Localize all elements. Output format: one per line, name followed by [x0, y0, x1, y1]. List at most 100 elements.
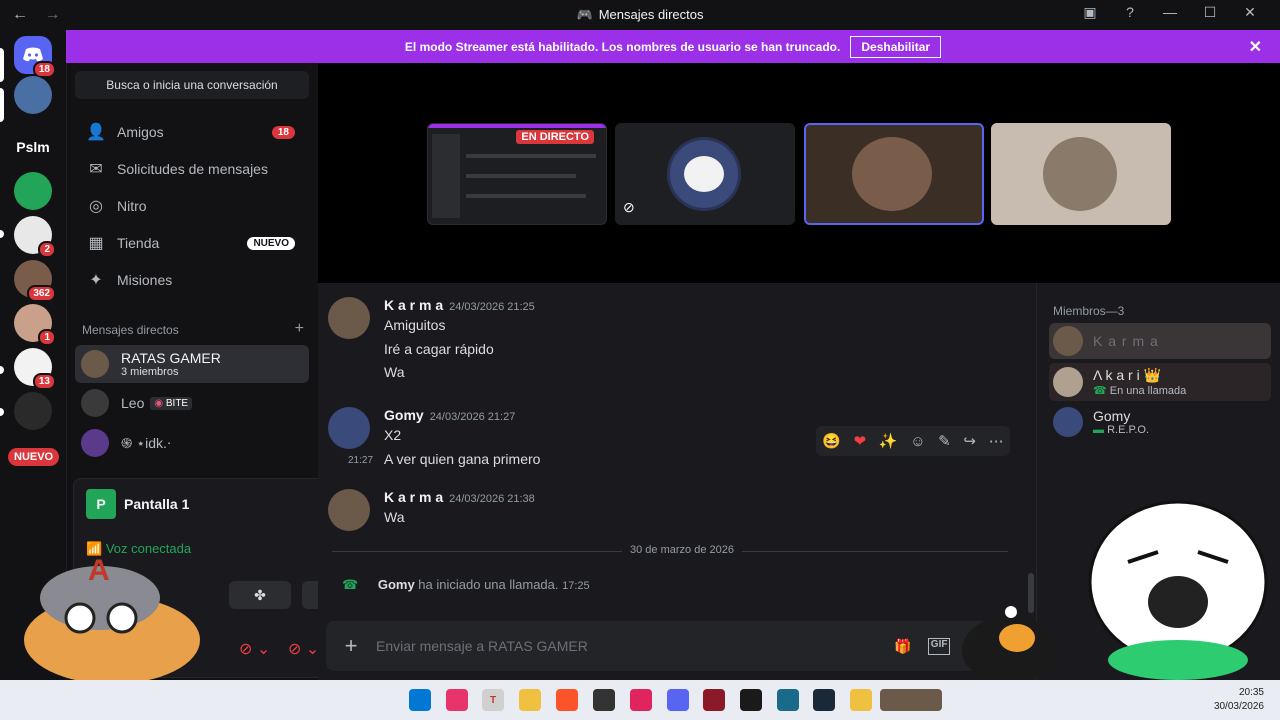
nav-friends[interactable]: 👤 Amigos 18 [75, 115, 309, 149]
file-explorer-icon[interactable] [519, 689, 541, 711]
laughing-emoji-icon[interactable]: 😆 [822, 432, 841, 450]
dm-idk[interactable]: ֍ ⋆idk.⋅ [75, 425, 309, 461]
search-input[interactable]: Busca o inicia una conversación [75, 71, 309, 99]
close-icon[interactable]: ✕ [1249, 37, 1262, 57]
timestamp: 24/03/2026 21:38 [449, 493, 535, 505]
guild-indicator [0, 230, 4, 238]
server-icon[interactable] [14, 76, 52, 114]
quests-icon: ✦ [89, 272, 103, 289]
author-name: K a r m a [384, 297, 444, 313]
avatar [1053, 367, 1083, 397]
steam-icon[interactable] [813, 689, 835, 711]
system-clock: 20:35 30/03/2026 [1213, 687, 1264, 712]
obs-icon[interactable] [740, 689, 762, 711]
timestamp: 17:25 [562, 580, 590, 592]
participant-tile[interactable] [991, 123, 1171, 225]
call-started-message: ☎ Gomy ha iniciado una llamada. 17:25 [342, 577, 590, 592]
nitro-icon: ◎ [89, 198, 103, 215]
message-input[interactable]: Enviar mensaje a RATAS GAMER [376, 638, 894, 654]
app-icon[interactable] [630, 689, 652, 711]
mute-icon[interactable]: ⊘ ⌄ [239, 639, 270, 659]
timestamp: 24/03/2026 21:25 [449, 301, 535, 313]
unread-badge: 13 [32, 373, 56, 390]
title-bar: ← → 🎮 Mensajes directos ▣ ? — ☐ ✕ [0, 0, 1280, 30]
minimize-button[interactable]: — [1150, 4, 1190, 21]
close-window-button[interactable]: ✕ [1230, 4, 1270, 21]
message-text: A ver quien gana primero [384, 451, 541, 467]
avatar [852, 137, 932, 211]
new-servers-badge[interactable]: NUEVO [8, 448, 60, 466]
game-icon: ▬ [1093, 424, 1104, 436]
participant-tile-speaking[interactable] [804, 123, 984, 225]
app-icon[interactable] [703, 689, 725, 711]
message-text: Amiguitos [384, 317, 446, 333]
tiktok-icon[interactable] [446, 689, 468, 711]
home-button[interactable]: 18 [14, 36, 56, 78]
heart-emoji-icon[interactable]: ❤ [854, 432, 867, 450]
nav-message-requests[interactable]: ✉ Solicitudes de mensajes [75, 152, 309, 186]
nav-nitro[interactable]: ◎ Nitro [75, 189, 309, 223]
app-icon[interactable] [850, 689, 872, 711]
gift-icon[interactable]: 🎁 [894, 638, 911, 655]
friends-badge: 18 [271, 125, 295, 139]
add-dm-icon[interactable]: + [295, 321, 304, 337]
member-karma[interactable]: K a r m a [1049, 323, 1271, 359]
message-group: K a r m a 24/03/2026 21:38 Wa [328, 489, 1018, 533]
deafen-icon[interactable]: ⊘ ⌄ [288, 639, 319, 659]
server-icon[interactable]: 1 [14, 304, 56, 346]
message-composer: + Enviar mensaje a RATAS GAMER 🎁 GIF ▣ ☺ [326, 621, 1026, 671]
participant-tile[interactable]: ⊘ [615, 123, 795, 225]
attach-plus-icon[interactable]: + [326, 633, 376, 659]
nav-shop[interactable]: ▦ Tienda NUEVO [75, 226, 309, 260]
server-icon[interactable]: 2 [14, 216, 56, 258]
dm-ratas-gamer[interactable]: RATAS GAMER 3 miembros [75, 345, 309, 383]
nav-quests[interactable]: ✦ Misiones [75, 263, 309, 297]
help-icon[interactable]: ? [1110, 4, 1150, 21]
brave-browser-icon[interactable] [556, 689, 578, 711]
more-icon[interactable]: ⋯ [989, 432, 1004, 450]
server-icon[interactable] [14, 392, 52, 430]
caller-name[interactable]: Gomy [378, 577, 415, 592]
activities-button[interactable]: ✤ [229, 581, 291, 609]
app-icon[interactable] [777, 689, 799, 711]
voicemeeter-icon[interactable] [593, 689, 615, 711]
discord-taskbar-icon[interactable] [667, 689, 689, 711]
avatar [81, 429, 109, 457]
member-gomy[interactable]: Gomy ▬ R.E.P.O. [1049, 403, 1271, 441]
sparkles-emoji-icon[interactable]: ✨ [879, 432, 898, 450]
dm-leo[interactable]: Leo ◉ BITE [75, 385, 309, 421]
edit-icon[interactable]: ✎ [938, 432, 951, 450]
add-reaction-icon[interactable]: ☺ [910, 433, 925, 450]
disable-streamer-button[interactable]: Deshabilitar [850, 35, 942, 58]
stream-app-icon: P [86, 489, 116, 519]
server-icon[interactable] [14, 172, 52, 210]
reply-icon[interactable]: ↪ [963, 432, 976, 450]
bunny-sticker-overlay [1088, 500, 1268, 680]
window-preview-thumbnail[interactable] [880, 689, 942, 711]
avatar [1043, 137, 1117, 211]
inbox-icon[interactable]: ▣ [1070, 4, 1110, 21]
server-icon[interactable]: 362 [14, 260, 56, 302]
stream-tile[interactable]: EN DIRECTO [427, 123, 607, 225]
member-akari[interactable]: Λ k a r i 👑 ☎ En una llamada [1049, 363, 1271, 401]
envelope-icon: ✉ [89, 161, 103, 178]
member-list-header: Miembros—3 [1053, 304, 1125, 318]
avatar[interactable] [328, 407, 370, 449]
maximize-button[interactable]: ☐ [1190, 4, 1230, 21]
phone-icon: ☎ [342, 577, 359, 592]
avatar[interactable] [328, 489, 370, 531]
avatar[interactable] [328, 297, 370, 339]
dm-header: Mensajes directos + [82, 320, 304, 338]
cat-sticker-overlay: A [24, 554, 200, 680]
author-name: Gomy [384, 407, 424, 423]
dm-icon: 🎮 [576, 7, 593, 22]
app-icon[interactable]: T [482, 689, 504, 711]
windows-start-icon[interactable] [409, 689, 431, 711]
gif-icon[interactable]: GIF [927, 637, 951, 655]
live-badge: EN DIRECTO [516, 130, 594, 144]
chat-area: K a r m a 24/03/2026 21:25 Amiguitos Iré … [318, 283, 1036, 680]
camera-off-icon: ⊘ [623, 199, 635, 215]
server-pslm[interactable]: Pslm [14, 128, 52, 166]
server-icon[interactable]: 13 [14, 348, 56, 390]
phone-icon: ☎ [1093, 385, 1107, 397]
